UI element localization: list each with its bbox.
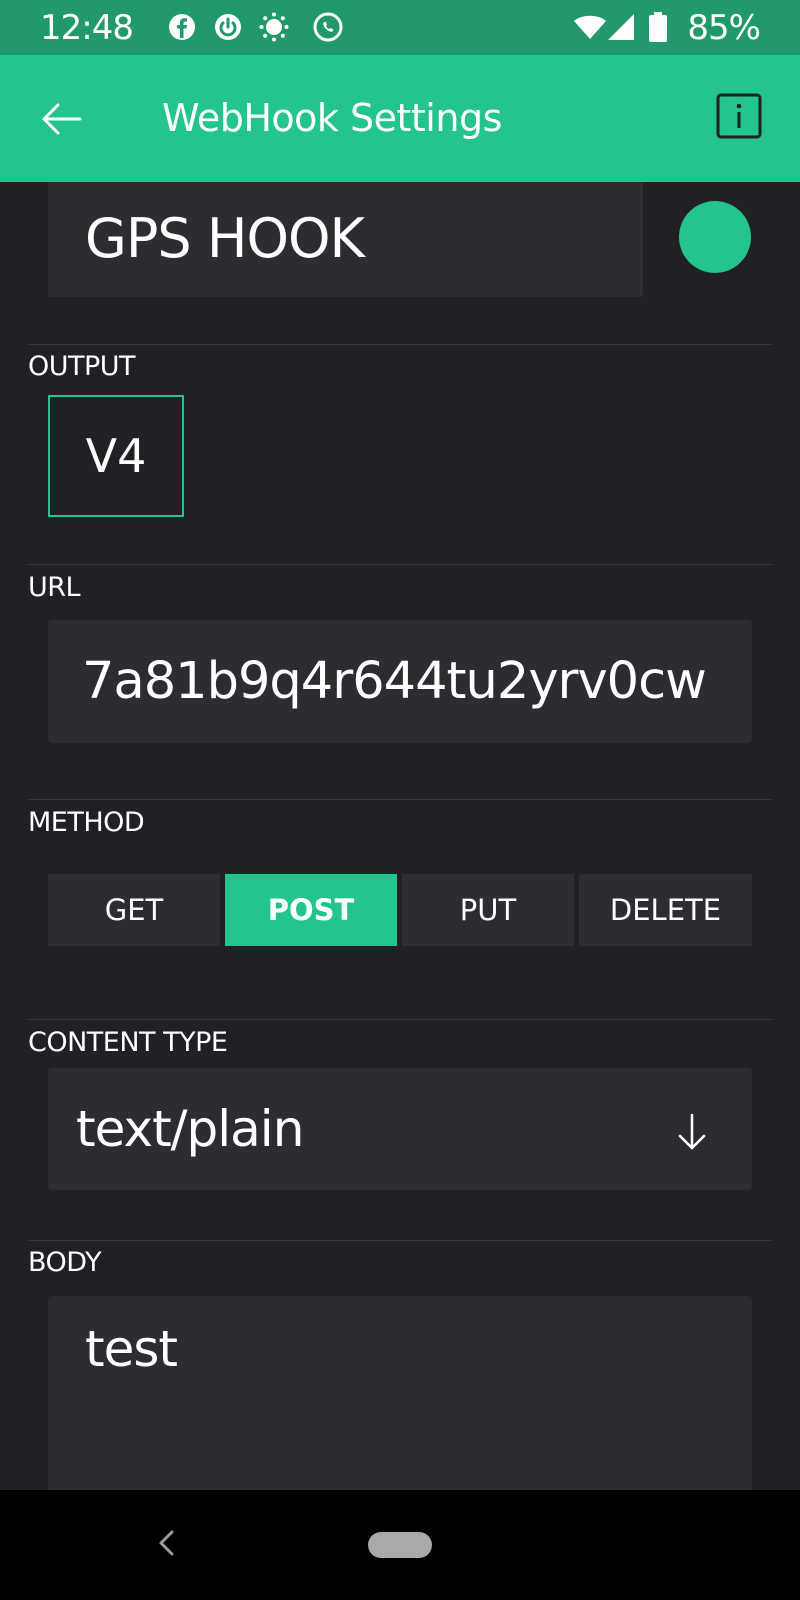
battery-icon <box>649 12 667 42</box>
content-type-dropdown[interactable]: text/plain <box>48 1068 752 1190</box>
chevron-left-icon[interactable] <box>154 1528 178 1558</box>
facebook-icon <box>169 14 195 40</box>
output-label: OUTPUT <box>28 351 136 382</box>
brightness-icon <box>259 12 289 42</box>
content-type-label: CONTENT TYPE <box>28 1027 228 1058</box>
divider <box>28 564 772 565</box>
divider <box>28 1240 772 1241</box>
color-picker-button[interactable] <box>679 201 751 273</box>
signal-icon <box>608 14 634 40</box>
body-label: BODY <box>28 1247 102 1278</box>
method-segmented-control: GET POST PUT DELETE <box>48 874 752 946</box>
method-post-button[interactable]: POST <box>225 874 397 946</box>
power-icon <box>215 14 241 40</box>
method-label: METHOD <box>28 807 145 838</box>
status-time: 12:48 <box>40 8 134 48</box>
status-bar: 12:48 85% <box>0 0 800 55</box>
body-value: test <box>85 1320 178 1378</box>
divider <box>28 1019 772 1020</box>
arrow-left-icon[interactable] <box>40 99 84 139</box>
method-put-button[interactable]: PUT <box>402 874 574 946</box>
body-textarea[interactable]: test <box>48 1296 752 1506</box>
wifi-icon <box>574 15 606 39</box>
url-label: URL <box>28 572 81 603</box>
divider <box>28 799 772 800</box>
app-bar: WebHook Settings <box>0 55 800 182</box>
divider <box>28 344 772 345</box>
widget-name-value: GPS HOOK <box>85 207 365 270</box>
widget-name-field[interactable]: GPS HOOK <box>48 182 643 297</box>
home-button[interactable] <box>368 1532 432 1558</box>
info-icon[interactable] <box>716 93 762 139</box>
page-title: WebHook Settings <box>162 96 502 140</box>
method-get-button[interactable]: GET <box>48 874 220 946</box>
call-icon <box>313 12 343 42</box>
output-pin-value: V4 <box>85 429 147 483</box>
url-value: 7a81b9q4r644tu2yrv0cw <box>82 652 707 711</box>
content-type-value: text/plain <box>76 1100 304 1158</box>
system-nav-bar <box>0 1490 800 1600</box>
url-input[interactable]: 7a81b9q4r644tu2yrv0cw <box>48 620 752 743</box>
output-pin-selector[interactable]: V4 <box>48 395 184 517</box>
method-delete-button[interactable]: DELETE <box>579 874 752 946</box>
arrow-down-icon <box>678 1113 706 1150</box>
battery-percent: 85% <box>687 8 761 48</box>
